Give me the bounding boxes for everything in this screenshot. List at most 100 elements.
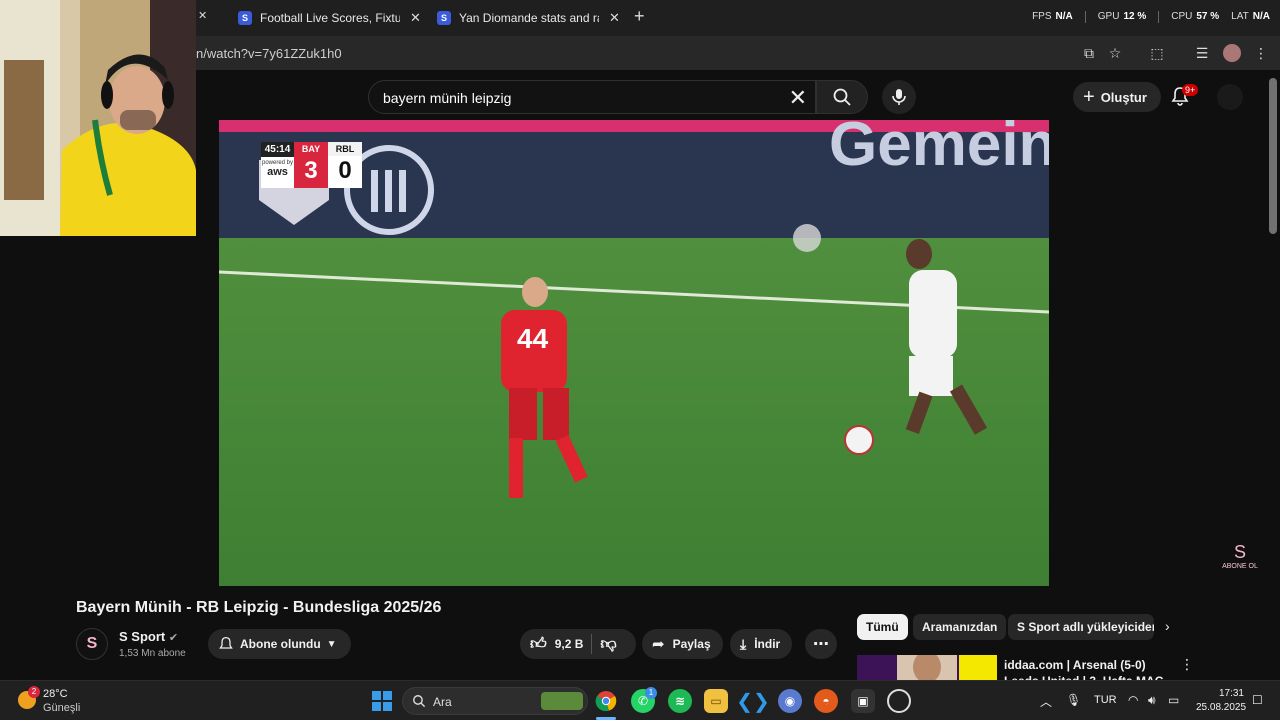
vscode-icon[interactable]: ❮❯ — [736, 689, 770, 713]
more-actions-button[interactable]: ⋯ — [805, 629, 837, 659]
tab-title: Yan Diomande stats and ratings — [459, 11, 599, 25]
battery-icon[interactable]: ▭ — [1168, 693, 1179, 707]
away-team-score: RBL 0 — [328, 142, 362, 188]
app-icon[interactable]: ◓ — [814, 689, 838, 713]
performance-overlay: FPS N/A GPU 12 % CPU 57 % LAT N/A — [1032, 11, 1270, 23]
spotify-icon[interactable]: ≋ — [668, 689, 692, 713]
sofascore-icon: S — [437, 11, 451, 25]
voice-search-button[interactable] — [882, 80, 916, 114]
divider — [591, 634, 593, 654]
subscribe-label: Abone olundu — [240, 637, 321, 651]
s-sport-logo-icon: S — [1233, 542, 1246, 562]
chrome-taskbar-icon[interactable] — [594, 689, 618, 713]
match-clock: 45:14 — [261, 142, 294, 157]
file-explorer-icon[interactable]: ▭ — [704, 689, 728, 713]
more-horizontal-icon: ⋯ — [813, 636, 829, 653]
install-app-icon[interactable]: ⧉ — [1080, 44, 1098, 62]
clock-date[interactable]: 25.08.2025 — [1196, 702, 1246, 713]
chip-all[interactable]: Tümü — [857, 614, 908, 640]
aws-logo-icon: aws — [267, 166, 288, 178]
video-player[interactable]: Gemeinsam st 44 45:14 powered by aws BAY… — [219, 120, 1049, 586]
channel-avatar[interactable]: S — [76, 628, 108, 660]
scrollbar-thumb[interactable] — [1269, 78, 1277, 234]
channel-name[interactable]: S Sport ✔ — [119, 629, 178, 644]
recommendation-title[interactable]: iddaa.com | Arsenal (5-0) Leeds United |… — [1004, 657, 1174, 681]
video-frame: Gemeinsam st 44 — [219, 120, 1049, 586]
search-input[interactable]: bayern münih leipzig ✕ — [368, 80, 816, 114]
lat-value: N/A — [1252, 11, 1270, 22]
weather-condition[interactable]: Güneşli — [43, 702, 80, 714]
app-icon[interactable]: ▣ — [851, 689, 875, 713]
search-highlight-image — [541, 692, 583, 710]
extensions-icon[interactable]: ⬚ — [1148, 44, 1166, 62]
share-button[interactable]: ➦ Paylaş — [642, 629, 723, 659]
thumbs-down-icon[interactable]: 👎︎ — [600, 635, 616, 654]
channel-logo-icon: S — [86, 635, 98, 652]
microphone-icon — [892, 89, 906, 105]
advertising-board-text: Gemeinsam st — [829, 120, 1049, 179]
windows-taskbar: 2 28°C Güneşli Ara ✆ 1 ≋ ▭ ❮❯ ◉ ◓ ▣ ︿ 🎙︎… — [0, 680, 1280, 720]
search-button[interactable] — [816, 80, 868, 114]
home-team-name: BAY — [301, 144, 321, 154]
video-title: Bayern Münih - RB Leipzig - Bundesliga 2… — [76, 599, 442, 616]
clear-search-icon[interactable]: ✕ — [789, 85, 807, 111]
wifi-icon[interactable]: ◠ — [1128, 693, 1138, 707]
verified-check-icon: ✔ — [168, 632, 179, 644]
chevron-right-icon[interactable]: › — [1165, 618, 1170, 634]
gpu-value: 12 % — [1123, 11, 1147, 22]
search-icon — [833, 88, 851, 106]
chip-from-search[interactable]: Aramanızdan — [913, 614, 1007, 640]
recommendation-thumbnail[interactable] — [857, 655, 997, 681]
download-label: İndir — [754, 637, 781, 651]
watermark-text: ABONE OL — [1222, 563, 1258, 570]
search-query: bayern münih leipzig — [383, 90, 512, 106]
notification-center-icon[interactable]: ☐ — [1252, 693, 1263, 707]
url-text[interactable]: n/watch?v=7y61ZZuk1h0 — [196, 46, 342, 61]
thumbs-up-icon: 👍︎ — [530, 635, 547, 653]
home-score: 3 — [304, 157, 318, 184]
cpu-label: CPU — [1171, 11, 1193, 22]
download-button[interactable]: ⤓ İndir — [730, 629, 793, 659]
menu-kebab-icon[interactable]: ⋮ — [1180, 656, 1194, 673]
new-tab-button[interactable]: + — [634, 6, 645, 27]
bookmark-star-icon[interactable]: ☆ — [1106, 44, 1124, 62]
chip-from-uploader[interactable]: S Sport adlı yükleyiciden — [1008, 614, 1154, 640]
away-score: 0 — [338, 157, 352, 184]
weather-temperature[interactable]: 28°C — [43, 688, 68, 700]
microphone-icon[interactable]: 🎙︎ — [1066, 693, 1081, 707]
thumbnail-image — [857, 655, 997, 681]
reading-list-icon[interactable]: ☰ — [1193, 44, 1211, 62]
chevron-up-icon[interactable]: ︿ — [1040, 693, 1052, 710]
tab-close-icon[interactable]: ✕ — [410, 10, 421, 26]
taskbar-search[interactable]: Ara — [402, 687, 588, 715]
app-icon[interactable]: ◉ — [778, 689, 802, 713]
account-avatar[interactable] — [1217, 84, 1243, 110]
subscribe-button[interactable]: Abone olundu ▼ — [208, 629, 351, 659]
divider — [1158, 11, 1160, 23]
chevron-down-icon: ▼ — [326, 638, 337, 650]
create-button[interactable]: + Oluştur — [1073, 82, 1161, 112]
tab-football-live-scores[interactable]: S Football Live Scores, Fixtures & ✕ — [238, 6, 421, 30]
tab-close-icon[interactable]: ✕ — [198, 9, 207, 22]
like-button[interactable]: 👍︎ 9,2 B — [530, 635, 583, 654]
menu-kebab-icon[interactable]: ⋮ — [1252, 44, 1270, 62]
fps-value: N/A — [1055, 11, 1073, 22]
language-indicator[interactable]: TUR — [1094, 694, 1117, 706]
clock-time[interactable]: 17:31 — [1196, 688, 1244, 699]
tab-title: Football Live Scores, Fixtures & — [260, 11, 400, 25]
start-button[interactable] — [372, 691, 392, 711]
fps-label: FPS — [1032, 11, 1052, 22]
scoreboard: 45:14 powered by aws BAY 3 RBL 0 — [261, 142, 362, 188]
share-arrow-icon: ➦ — [652, 636, 665, 653]
like-count: 9,2 B — [554, 637, 584, 651]
tab-close-icon[interactable]: ✕ — [609, 10, 620, 26]
search-label: Ara — [433, 695, 452, 709]
volume-icon[interactable]: 🔊︎ — [1148, 693, 1156, 708]
scoreboard-time: 45:14 powered by aws — [261, 142, 294, 188]
weather-badge: 2 — [28, 686, 40, 698]
subscribe-watermark[interactable]: S ABONE OL — [1222, 542, 1258, 570]
chrome-icon — [595, 691, 617, 712]
tab-yan-diomande[interactable]: S Yan Diomande stats and ratings ✕ — [437, 6, 620, 30]
profile-avatar-icon[interactable] — [1223, 44, 1241, 62]
app-icon[interactable] — [887, 689, 911, 713]
